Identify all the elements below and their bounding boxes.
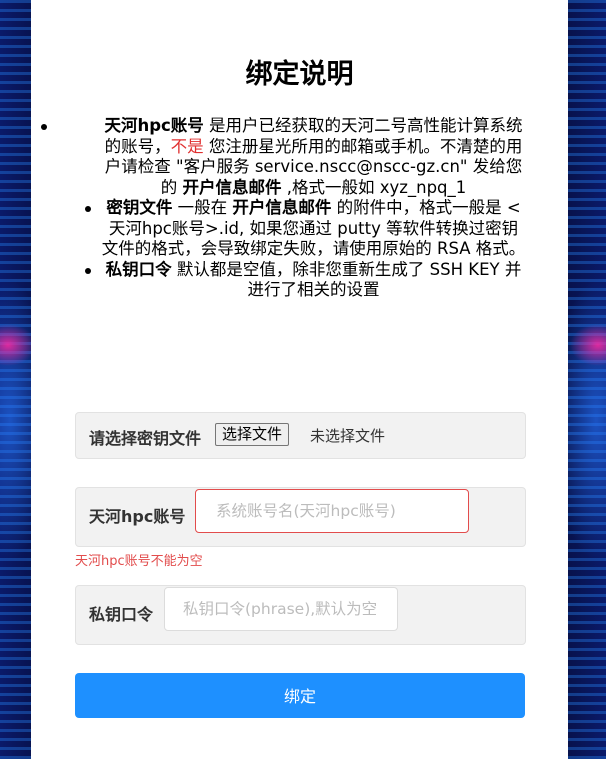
phrase-label: 私钥口令 [89,605,154,624]
bind-button[interactable]: 绑定 [75,673,525,718]
account-label: 天河hpc账号 [89,507,186,526]
account-error-message: 天河hpc账号不能为空 [75,554,203,569]
instruction-list: 天河hpc账号 是用户已经获取的天河二号高性能计算系统的账号，不是 您注册星光所… [41,116,526,301]
key-file-label: 请选择密钥文件 [89,429,202,448]
instruction-text: 默认都是空值，除非您重新生成了 SSH KEY 并进行了相关的设置 [171,259,522,300]
phrase-row: 私钥口令 [75,585,526,645]
account-term: 天河hpc账号 [104,116,204,135]
email-term: 开户信息邮件 [232,198,332,217]
instruction-text: 一般在 [172,198,233,217]
bind-panel: 绑定说明 天河hpc账号 是用户已经获取的天河二号高性能计算系统的账号，不是 您… [31,0,568,759]
account-input[interactable] [195,489,469,533]
instruction-text: ,格式一般如 xyz_npq_1 [281,177,467,197]
keyfile-term: 密钥文件 [106,198,173,217]
email-term: 开户信息邮件 [182,177,282,197]
key-file-row: 请选择密钥文件 选择文件 未选择文件 [75,412,526,459]
phrase-input[interactable] [164,587,398,631]
account-row: 天河hpc账号 [75,487,526,547]
instruction-item-account: 天河hpc账号 是用户已经获取的天河二号高性能计算系统的账号，不是 您注册星光所… [41,116,526,198]
not-highlight: 不是 [170,136,204,156]
instruction-item-keyfile: 密钥文件 一般在 开户信息邮件 的附件中，格式一般是 < 天河hpc账号>.id… [85,198,526,260]
page-title: 绑定说明 [245,59,354,89]
choose-file-button[interactable]: 选择文件 [215,423,290,446]
file-status: 未选择文件 [310,427,386,445]
instruction-item-phrase: 私钥口令 默认都是空值，除非您重新生成了 SSH KEY 并进行了相关的设置 [85,259,526,301]
phrase-term: 私钥口令 [105,259,172,279]
